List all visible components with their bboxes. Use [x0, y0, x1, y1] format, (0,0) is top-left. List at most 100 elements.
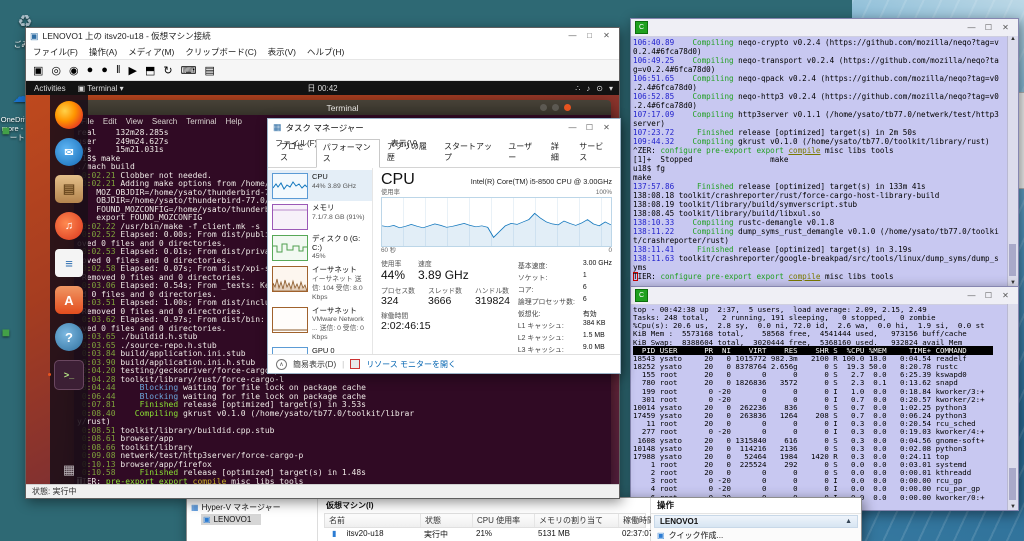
sidebar-item[interactable]: GPU 0 Intel(R) UHD Grap... 11%	[268, 344, 372, 354]
vm-icon: ▮	[328, 528, 343, 539]
vm-menu-item[interactable]: ファイル(F)	[33, 46, 78, 58]
scroll-up-icon[interactable]: ▲	[1008, 36, 1018, 42]
app-grid-icon[interactable]: ▦	[63, 462, 75, 478]
task-manager-title: タスク マネージャー	[286, 122, 364, 134]
volume-icon[interactable]: ♪	[586, 84, 590, 93]
sidebar-item[interactable]: イーサネット イーサネット 送信: 104 受信: 8.0 Kbps	[268, 263, 372, 304]
chevron-up-circle-icon[interactable]: ∧	[276, 359, 287, 370]
terminal-titlebar[interactable]: Terminal	[74, 100, 611, 115]
maximize-button[interactable]	[552, 104, 559, 111]
close-button[interactable]: ✕	[997, 289, 1014, 303]
task-manager-tab[interactable]: プロセス	[273, 138, 316, 167]
pause-icon[interactable]: ‖	[116, 64, 121, 76]
sidebar-item[interactable]: CPU 44% 3.89 GHz	[268, 170, 372, 201]
resume-icon[interactable]: ▶	[128, 64, 136, 77]
scrollbar-thumb[interactable]	[1009, 244, 1016, 276]
hyperv-column-header[interactable]: 名前	[325, 514, 421, 527]
terminal-menu-item[interactable]: Edit	[103, 117, 117, 126]
stat-value: 3.89 GHz	[418, 268, 469, 282]
vm-menu-item[interactable]: クリップボード(C)	[185, 46, 256, 58]
revert-icon[interactable]: ↻	[163, 64, 172, 77]
console-output: 106:40.89 Compiling neqo-crypto v0.2.4 (…	[631, 37, 1018, 286]
switch-display-icon[interactable]: ▣	[33, 64, 43, 77]
close-button[interactable]: ✕	[997, 21, 1014, 35]
task-manager-tab[interactable]: 詳細	[544, 138, 572, 167]
turn-off-icon[interactable]: ●	[87, 64, 94, 76]
simple-view-button[interactable]: 簡易表示(D)	[293, 359, 336, 370]
vm-cpu-cell: 21%	[472, 528, 534, 541]
firefox-icon[interactable]	[55, 101, 83, 129]
maximize-button[interactable]: □	[581, 29, 598, 43]
sidebar-item[interactable]: ディスク 0 (G: C:) 45%	[268, 232, 372, 263]
network-icon[interactable]: ∴	[575, 84, 580, 93]
minimize-button[interactable]: —	[564, 29, 581, 43]
sidebar-item[interactable]: メモリ 7.1/7.8 GB (91%)	[268, 201, 372, 232]
terminal-menu-item[interactable]: Help	[225, 117, 241, 126]
maximize-button[interactable]: ☐	[980, 21, 997, 35]
hyperv-column-header[interactable]: 状態	[421, 514, 473, 527]
task-manager-tab[interactable]: ユーザー	[501, 138, 544, 167]
hyperv-tree-root[interactable]: ▦ Hyper-V マネージャー	[189, 501, 315, 514]
vm-menu-item[interactable]: メディア(M)	[128, 46, 174, 58]
files-icon[interactable]: ▤	[55, 175, 83, 203]
console-scrollbar[interactable]: ▲ ▼	[1007, 36, 1018, 286]
scrollbar-thumb[interactable]	[1009, 468, 1016, 500]
libreoffice-writer-icon[interactable]: ≡	[55, 249, 83, 277]
save-icon[interactable]: ⬒	[145, 64, 155, 77]
task-manager-tab[interactable]: サービス	[572, 138, 615, 167]
hyperv-tree-host[interactable]: ▣ LENOVO1	[201, 514, 261, 525]
actions-host-label: LENOVO1	[660, 517, 698, 526]
ubuntu-software-icon[interactable]: A	[55, 286, 83, 314]
console-titlebar[interactable]: C — ☐ ✕	[631, 287, 1018, 305]
hyperv-column-header[interactable]: CPU 使用率	[473, 514, 535, 527]
hyperv-column-header[interactable]: メモリの割り当て	[535, 514, 619, 527]
vm-menu-item[interactable]: 表示(V)	[268, 46, 296, 58]
help-icon[interactable]: ?	[55, 323, 83, 351]
cube-shortcut-icon[interactable]: ■	[0, 112, 18, 158]
task-manager-titlebar[interactable]: ▦ タスク マネージャー — ☐ ✕	[268, 119, 620, 136]
vm-titlebar[interactable]: ▣ LENOVO1 上の itsv20-u18 - 仮想マシン接続 — □ ✕	[26, 28, 619, 44]
close-button[interactable]: ✕	[598, 29, 615, 43]
vm-menu-item[interactable]: 操作(A)	[89, 46, 117, 58]
terminal-icon[interactable]: >_	[54, 360, 84, 390]
rhythmbox-icon[interactable]: ♫	[55, 212, 83, 240]
app-menu[interactable]: ▣ Terminal ▾	[78, 84, 124, 93]
scroll-down-icon[interactable]: ▼	[1008, 504, 1018, 510]
activities-button[interactable]: Activities	[34, 84, 66, 93]
vm-menu-item[interactable]: ヘルプ(H)	[307, 46, 344, 58]
maximize-button[interactable]: ☐	[980, 289, 997, 303]
minimize-button[interactable]: —	[963, 289, 980, 303]
console-scrollbar[interactable]: ▼	[1007, 304, 1018, 510]
task-manager-tab[interactable]: アプリの履歴	[380, 138, 437, 167]
keyboard-icon[interactable]: ⌨	[181, 64, 197, 77]
power-icon[interactable]: ⊙	[596, 84, 603, 93]
start-icon[interactable]: ◉	[69, 64, 79, 77]
minimize-button[interactable]: —	[963, 21, 980, 35]
ctrl-alt-del-icon[interactable]: ◎	[51, 64, 61, 77]
sidebar-item[interactable]: イーサネット VMware Network ... 送信: 0 受信: 0 Kb…	[268, 304, 372, 345]
close-button[interactable]	[564, 104, 571, 111]
minimize-button[interactable]	[540, 104, 547, 111]
minimize-button[interactable]: —	[564, 121, 581, 135]
terminal-menu-item[interactable]: View	[126, 117, 143, 126]
resource-monitor-link[interactable]: リソース モニターを開く	[366, 359, 456, 370]
terminal-menu-item[interactable]: Terminal	[186, 117, 216, 126]
terminal-menu-item[interactable]: Search	[152, 117, 177, 126]
hyperv-vm-row[interactable]: ▮ itsv20-u18 実行中 21% 5131 MB 02:37:07	[324, 528, 646, 541]
thunderbird-icon[interactable]: ✉	[55, 138, 83, 166]
chevron-down-icon[interactable]: ▾	[609, 84, 613, 93]
close-button[interactable]: ✕	[598, 121, 615, 135]
maximize-button[interactable]: ☐	[581, 121, 598, 135]
sidebar-item-sub1: 45%	[312, 253, 326, 260]
ubuntu-clock[interactable]: 日 00:42	[307, 83, 337, 94]
enhanced-session-icon[interactable]: ▤	[204, 64, 214, 77]
task-manager-tab[interactable]: スタートアップ	[437, 138, 501, 167]
task-manager-tab[interactable]: パフォーマンス	[316, 139, 380, 168]
collapse-icon[interactable]: ▲	[845, 518, 852, 525]
shut-down-icon[interactable]: ●	[101, 64, 108, 76]
console-titlebar[interactable]: C — ☐ ✕	[631, 19, 1018, 37]
cube-shortcut2-icon[interactable]: ■	[0, 314, 18, 360]
hyperv-tree-root-label: Hyper-V マネージャー	[202, 502, 281, 513]
quick-create-action[interactable]: ▣ クイック作成...	[651, 528, 861, 541]
actions-host-band[interactable]: LENOVO1 ▲	[654, 515, 858, 528]
